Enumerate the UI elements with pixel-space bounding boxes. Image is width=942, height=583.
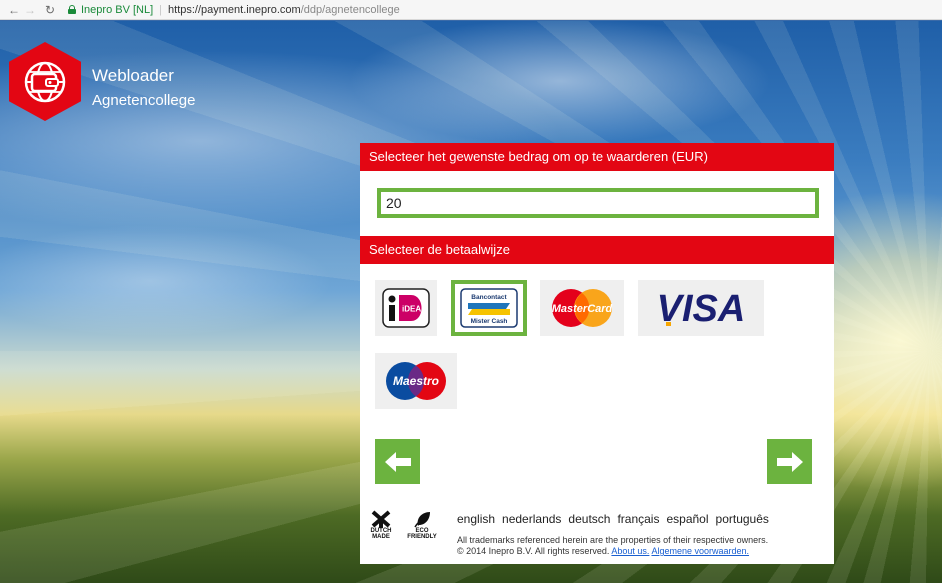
address-bar[interactable]: https://payment.inepro.com/ddp/agnetenco…: [168, 4, 400, 16]
arrow-left-icon: [384, 451, 411, 472]
mastercard-logo: MasterCard: [552, 289, 613, 327]
amount-heading: Selecteer het gewenste bedrag om op te w…: [360, 143, 834, 171]
dutch-made-badge: DUTCH MADE: [368, 510, 394, 540]
forward-arrow-icon[interactable]: →: [22, 3, 38, 17]
maestro-logo-text: Maestro: [393, 374, 439, 388]
about-us-link[interactable]: About us.: [611, 546, 649, 556]
site-identity[interactable]: Inepro BV [NL]: [81, 4, 153, 16]
eco-friendly-badge: ECO FRIENDLY: [407, 510, 437, 540]
wallet-globe-icon: [24, 61, 66, 103]
payment-panel: Selecteer het gewenste bedrag om op te w…: [360, 143, 834, 564]
back-arrow-icon[interactable]: ←: [6, 3, 22, 17]
payment-method-mastercard[interactable]: MasterCard: [540, 280, 624, 336]
language-francais[interactable]: français: [617, 512, 659, 526]
leaf-icon: [414, 512, 430, 528]
dutch-made-line2: MADE: [372, 534, 390, 540]
ideal-logo: iDEAL: [382, 288, 430, 328]
visa-logo: VISA: [657, 288, 746, 330]
organization-name: Agnetencollege: [92, 92, 196, 109]
legal-notice: All trademarks referenced herein are the…: [457, 535, 768, 557]
url-host: https://payment.inepro.com: [168, 3, 301, 16]
bancontact-logo: Bancontact Mister Cash: [460, 288, 518, 328]
ideal-logo-text: iDEAL: [402, 305, 426, 314]
windmill-icon: [371, 510, 391, 528]
maestro-logo: Maestro: [386, 362, 446, 400]
back-button[interactable]: [375, 439, 420, 484]
lock-icon: [68, 5, 76, 14]
language-espanol[interactable]: español: [666, 512, 708, 526]
copyright-text: © 2014 Inepro B.V. All rights reserved.: [457, 546, 610, 556]
mastercard-logo-text: MasterCard: [552, 303, 613, 315]
copyright-line: © 2014 Inepro B.V. All rights reserved. …: [457, 546, 768, 557]
next-button[interactable]: [767, 439, 812, 484]
browser-toolbar: ← → ↻ Inepro BV [NL] | https://payment.i…: [0, 0, 942, 20]
payment-method-heading: Selecteer de betaalwijze: [360, 236, 834, 264]
amount-field-frame: [377, 188, 819, 218]
language-deutsch[interactable]: deutsch: [568, 512, 610, 526]
bancontact-logo-top-text: Bancontact: [471, 294, 507, 301]
bancontact-logo-bottom-text: Mister Cash: [471, 318, 508, 325]
reload-icon[interactable]: ↻: [42, 3, 58, 17]
language-selector: english nederlands deutsch français espa…: [457, 512, 769, 526]
url-path: /ddp/agnetencollege: [300, 3, 400, 16]
arrow-right-icon: [776, 451, 803, 472]
app-title: Webloader: [92, 66, 174, 85]
language-portugues[interactable]: português: [716, 512, 769, 526]
payment-method-ideal[interactable]: iDEAL: [375, 280, 437, 336]
eco-friendly-line2: FRIENDLY: [407, 534, 437, 540]
payment-method-bancontact[interactable]: Bancontact Mister Cash: [451, 280, 527, 336]
language-nederlands[interactable]: nederlands: [502, 512, 561, 526]
language-english[interactable]: english: [457, 512, 495, 526]
url-separator: |: [159, 3, 163, 16]
terms-link[interactable]: Algemene voorwaarden.: [651, 546, 749, 556]
amount-input[interactable]: [381, 192, 815, 214]
payment-method-maestro[interactable]: Maestro: [375, 353, 457, 409]
payment-method-visa[interactable]: VISA: [638, 280, 764, 336]
trademark-notice: All trademarks referenced herein are the…: [457, 535, 769, 545]
